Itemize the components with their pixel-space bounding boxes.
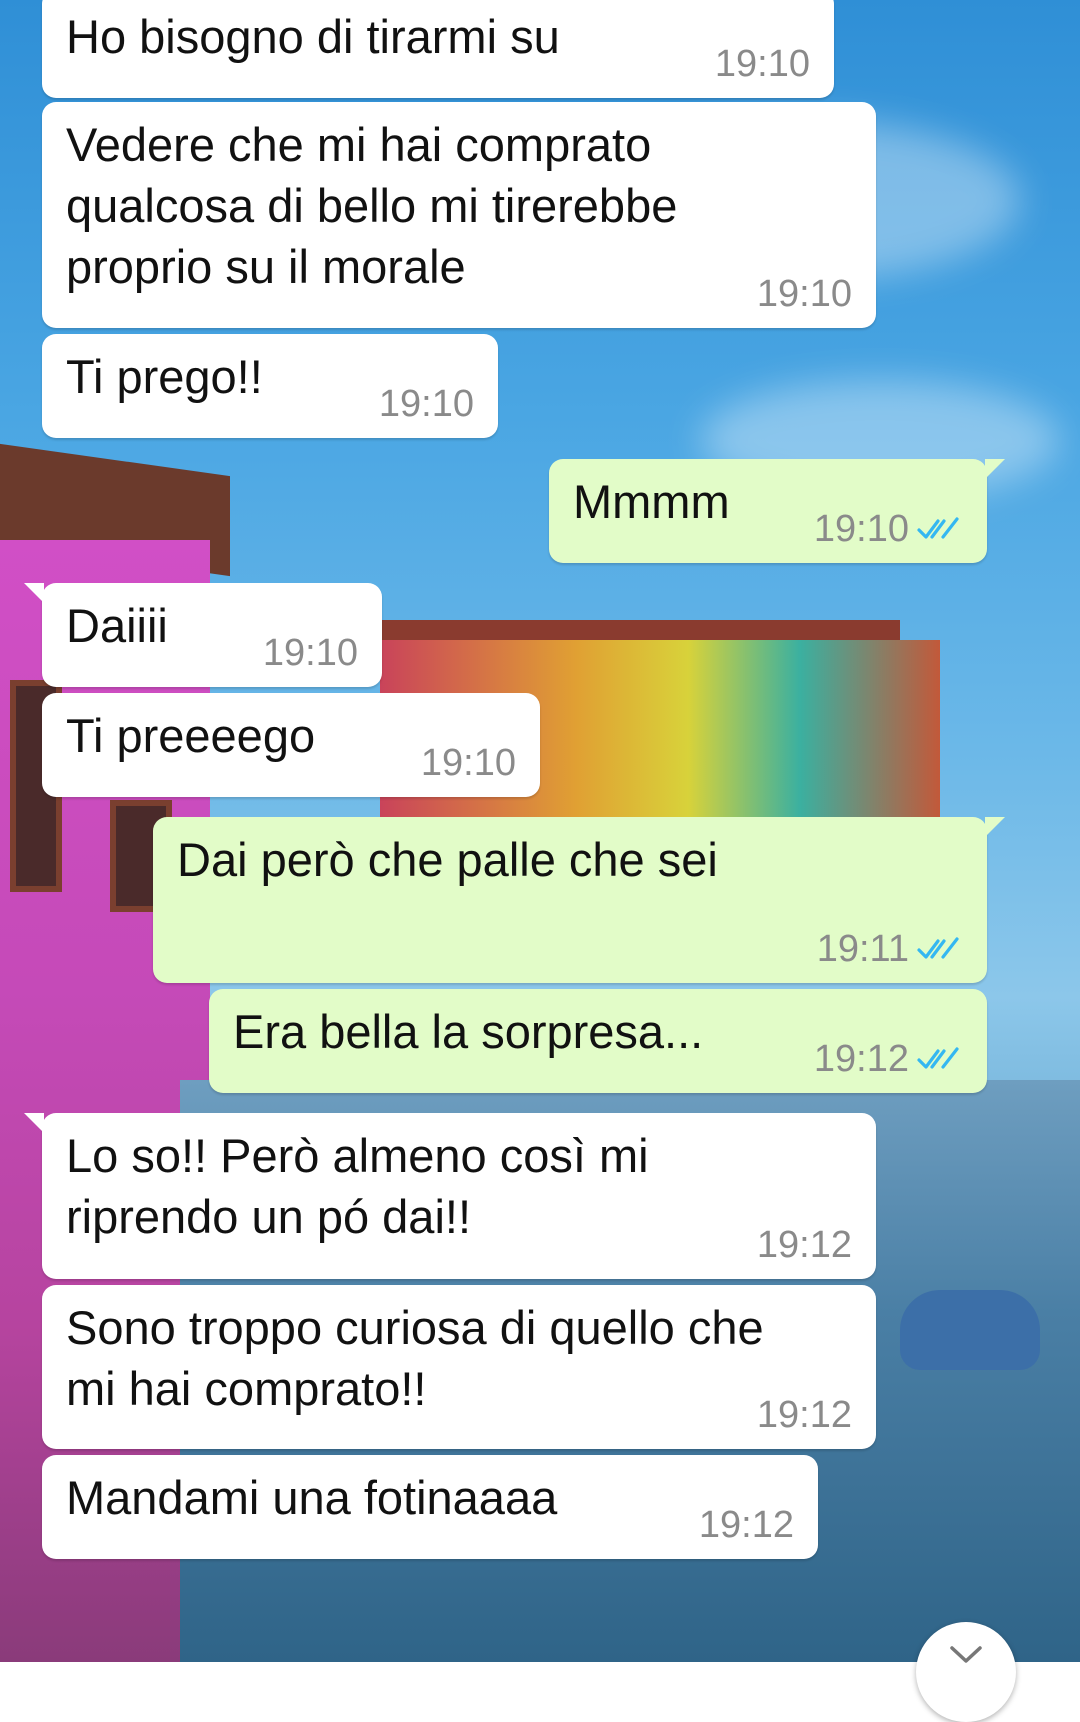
message-text: Ho bisogno di tirarmi su: [66, 10, 560, 63]
message-time: 19:10: [756, 273, 852, 315]
incoming-message[interactable]: Daiiii 19:10: [24, 583, 382, 687]
double-check-icon: [917, 1047, 959, 1069]
message-time: 19:12: [698, 1504, 794, 1546]
message-meta: 19:11: [817, 929, 963, 969]
message-time: 19:10: [378, 383, 474, 425]
message-text: Lo so!! Però almeno così mi riprendo un …: [66, 1129, 649, 1243]
message-time: 19:10: [262, 632, 358, 674]
message-time: 19:10: [813, 508, 909, 550]
message-meta: 19:10: [421, 743, 516, 783]
incoming-message[interactable]: Ti prego!! 19:10: [42, 334, 498, 438]
message-meta: 19:12: [757, 1395, 852, 1435]
outgoing-message[interactable]: Era bella la sorpresa... 19:12: [209, 989, 987, 1093]
outgoing-message[interactable]: Mmmm 19:10: [549, 459, 1005, 563]
message-meta: 19:10: [757, 274, 852, 314]
message-meta: 19:12: [757, 1225, 852, 1265]
message-time: 19:12: [756, 1224, 852, 1266]
double-check-icon: [917, 937, 959, 959]
incoming-message[interactable]: Vedere che mi hai comprato qualcosa di b…: [42, 102, 876, 328]
message-meta: 19:10: [715, 44, 810, 84]
incoming-message[interactable]: Ti preeeego 19:10: [42, 693, 540, 797]
double-check-icon: [917, 517, 959, 539]
message-time: 19:10: [714, 43, 810, 85]
outgoing-message[interactable]: Dai però che palle che sei 19:11: [153, 817, 1005, 983]
message-meta: 19:10: [263, 633, 358, 673]
message-list[interactable]: Ho bisogno di tirarmi su 19:10 Vedere ch…: [0, 0, 1080, 1662]
message-text: Sono troppo curiosa di quello che mi hai…: [66, 1301, 764, 1415]
message-meta: 19:12: [699, 1505, 794, 1545]
incoming-message[interactable]: Sono troppo curiosa di quello che mi hai…: [42, 1285, 876, 1449]
scroll-to-bottom-button[interactable]: [916, 1622, 1016, 1722]
incoming-message[interactable]: Mandami una fotinaaaa 19:12: [42, 1455, 818, 1559]
message-meta: 19:10: [814, 509, 963, 549]
message-time: 19:10: [420, 742, 516, 784]
message-time: 19:12: [813, 1038, 909, 1080]
incoming-message[interactable]: Ho bisogno di tirarmi su 19:10: [42, 0, 834, 98]
message-meta: 19:12: [814, 1039, 963, 1079]
message-time: 19:11: [816, 928, 909, 970]
chevron-down-icon: [950, 1646, 982, 1663]
incoming-message[interactable]: Lo so!! Però almeno così mi riprendo un …: [24, 1113, 876, 1279]
message-time: 19:12: [756, 1394, 852, 1436]
message-text: Dai però che palle che sei: [177, 833, 718, 886]
message-text: Vedere che mi hai comprato qualcosa di b…: [66, 118, 678, 293]
message-meta: 19:10: [379, 384, 474, 424]
message-text: Mandami una fotinaaaa: [66, 1471, 558, 1524]
